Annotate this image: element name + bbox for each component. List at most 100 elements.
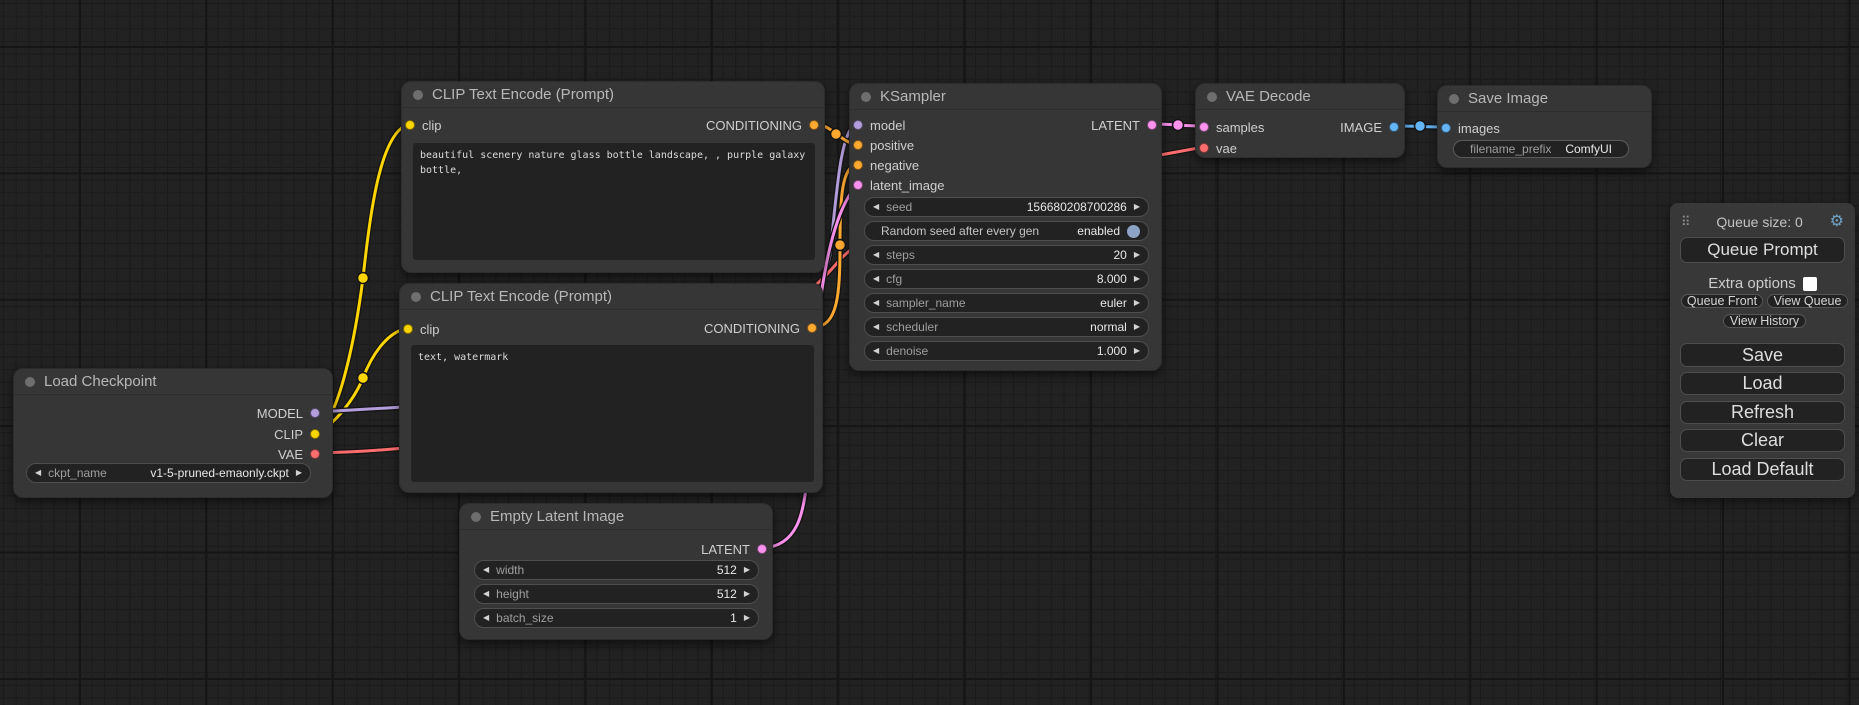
- port-label: LATENT: [701, 542, 750, 557]
- collapse-dot-icon[interactable]: [1449, 94, 1459, 104]
- queue-prompt-button[interactable]: Queue Prompt: [1680, 237, 1845, 263]
- output-model[interactable]: MODEL: [257, 403, 320, 423]
- cfg-widget[interactable]: ◀ cfg 8.000 ▶: [864, 269, 1149, 289]
- width-widget[interactable]: ◀ width 512 ▶: [474, 560, 759, 580]
- output-conditioning[interactable]: CONDITIONING: [704, 318, 817, 338]
- queue-front-button[interactable]: Queue Front: [1681, 294, 1763, 308]
- vae-port-icon[interactable]: [310, 449, 320, 459]
- output-latent[interactable]: LATENT: [701, 539, 767, 559]
- filename-prefix-widget[interactable]: filename_prefix ComfyUI: [1453, 140, 1629, 158]
- clip-port-icon[interactable]: [310, 429, 320, 439]
- latent-port-icon[interactable]: [853, 180, 863, 190]
- view-queue-button[interactable]: View Queue: [1767, 294, 1848, 308]
- clip-port-icon[interactable]: [405, 120, 415, 130]
- increment-arrow-icon[interactable]: ▶: [1134, 347, 1140, 355]
- input-clip[interactable]: clip: [405, 115, 442, 135]
- steps-widget[interactable]: ◀ steps 20 ▶: [864, 245, 1149, 265]
- random-seed-widget[interactable]: Random seed after every gen enabled: [864, 221, 1149, 241]
- increment-arrow-icon[interactable]: ▶: [744, 566, 750, 574]
- load-default-button[interactable]: Load Default: [1680, 458, 1845, 481]
- node-vae-decode[interactable]: VAE Decode samples vae IMAGE: [1195, 83, 1405, 158]
- image-port-icon[interactable]: [1389, 122, 1399, 132]
- decrement-arrow-icon[interactable]: ◀: [873, 275, 879, 283]
- denoise-widget[interactable]: ◀ denoise 1.000 ▶: [864, 341, 1149, 361]
- ckpt-name-widget[interactable]: ◀ ckpt_name v1-5-pruned-emaonly.ckpt ▶: [26, 463, 311, 483]
- input-positive[interactable]: positive: [853, 135, 914, 155]
- output-clip[interactable]: CLIP: [274, 424, 320, 444]
- conditioning-port-icon[interactable]: [807, 323, 817, 333]
- seed-widget[interactable]: ◀ seed 156680208700286 ▶: [864, 197, 1149, 217]
- settings-gear-icon[interactable]: ⚙: [1830, 214, 1844, 230]
- collapse-dot-icon[interactable]: [1207, 92, 1217, 102]
- collapse-dot-icon[interactable]: [413, 90, 423, 100]
- negative-prompt-textarea[interactable]: text, watermark: [411, 345, 814, 482]
- latent-port-icon[interactable]: [757, 544, 767, 554]
- clear-button[interactable]: Clear: [1680, 429, 1845, 452]
- image-port-icon[interactable]: [1441, 123, 1451, 133]
- output-conditioning[interactable]: CONDITIONING: [706, 115, 819, 135]
- output-vae[interactable]: VAE: [278, 444, 320, 464]
- scheduler-widget[interactable]: ◀ scheduler normal ▶: [864, 317, 1149, 337]
- collapse-dot-icon[interactable]: [471, 512, 481, 522]
- conditioning-port-icon[interactable]: [809, 120, 819, 130]
- height-widget[interactable]: ◀ height 512 ▶: [474, 584, 759, 604]
- port-label: negative: [870, 158, 919, 173]
- latent-port-icon[interactable]: [1199, 122, 1209, 132]
- output-latent[interactable]: LATENT: [1091, 115, 1157, 135]
- increment-arrow-icon[interactable]: ▶: [296, 469, 302, 477]
- extra-options-checkbox[interactable]: [1803, 277, 1817, 291]
- increment-arrow-icon[interactable]: ▶: [1134, 299, 1140, 307]
- model-port-icon[interactable]: [853, 120, 863, 130]
- clip-port-icon[interactable]: [403, 324, 413, 334]
- input-vae[interactable]: vae: [1199, 138, 1237, 158]
- increment-arrow-icon[interactable]: ▶: [1134, 323, 1140, 331]
- increment-arrow-icon[interactable]: ▶: [1134, 275, 1140, 283]
- batch-size-widget[interactable]: ◀ batch_size 1 ▶: [474, 608, 759, 628]
- model-port-icon[interactable]: [310, 408, 320, 418]
- widget-value: 1.000: [1097, 344, 1127, 358]
- output-image[interactable]: IMAGE: [1340, 117, 1399, 137]
- view-history-button[interactable]: View History: [1723, 314, 1806, 328]
- input-images[interactable]: images: [1441, 118, 1500, 138]
- sampler-name-widget[interactable]: ◀ sampler_name euler ▶: [864, 293, 1149, 313]
- node-clip-text-encode-positive[interactable]: CLIP Text Encode (Prompt) clip CONDITION…: [401, 81, 825, 273]
- port-label: latent_image: [870, 178, 944, 193]
- input-latent-image[interactable]: latent_image: [853, 175, 944, 195]
- increment-arrow-icon[interactable]: ▶: [1134, 251, 1140, 259]
- widget-value: 20: [1113, 248, 1126, 262]
- decrement-arrow-icon[interactable]: ◀: [483, 614, 489, 622]
- input-samples[interactable]: samples: [1199, 117, 1264, 137]
- decrement-arrow-icon[interactable]: ◀: [35, 469, 41, 477]
- vae-port-icon[interactable]: [1199, 143, 1209, 153]
- random-seed-toggle[interactable]: [1127, 225, 1140, 238]
- increment-arrow-icon[interactable]: ▶: [744, 590, 750, 598]
- increment-arrow-icon[interactable]: ▶: [1134, 203, 1140, 211]
- input-negative[interactable]: negative: [853, 155, 919, 175]
- decrement-arrow-icon[interactable]: ◀: [873, 299, 879, 307]
- collapse-dot-icon[interactable]: [25, 377, 35, 387]
- node-empty-latent-image[interactable]: Empty Latent Image LATENT ◀ width 512 ▶ …: [459, 503, 773, 640]
- node-load-checkpoint[interactable]: Load Checkpoint MODEL CLIP VAE ◀ ckpt_na…: [13, 368, 333, 498]
- conditioning-port-icon[interactable]: [853, 160, 863, 170]
- node-ksampler[interactable]: KSampler model positive negative latent_…: [849, 83, 1162, 371]
- refresh-button[interactable]: Refresh: [1680, 401, 1845, 424]
- node-save-image[interactable]: Save Image images filename_prefix ComfyU…: [1437, 85, 1652, 168]
- positive-prompt-textarea[interactable]: beautiful scenery nature glass bottle la…: [413, 143, 815, 260]
- node-clip-text-encode-negative[interactable]: CLIP Text Encode (Prompt) clip CONDITION…: [399, 283, 823, 493]
- collapse-dot-icon[interactable]: [411, 292, 421, 302]
- decrement-arrow-icon[interactable]: ◀: [483, 566, 489, 574]
- save-button[interactable]: Save: [1680, 343, 1845, 367]
- drag-handle-icon[interactable]: ⠿: [1681, 214, 1690, 230]
- conditioning-port-icon[interactable]: [853, 140, 863, 150]
- collapse-dot-icon[interactable]: [861, 92, 871, 102]
- load-button[interactable]: Load: [1680, 372, 1845, 395]
- decrement-arrow-icon[interactable]: ◀: [483, 590, 489, 598]
- input-model[interactable]: model: [853, 115, 905, 135]
- latent-port-icon[interactable]: [1147, 120, 1157, 130]
- increment-arrow-icon[interactable]: ▶: [744, 614, 750, 622]
- input-clip[interactable]: clip: [403, 319, 440, 339]
- decrement-arrow-icon[interactable]: ◀: [873, 323, 879, 331]
- decrement-arrow-icon[interactable]: ◀: [873, 347, 879, 355]
- decrement-arrow-icon[interactable]: ◀: [873, 251, 879, 259]
- decrement-arrow-icon[interactable]: ◀: [873, 203, 879, 211]
